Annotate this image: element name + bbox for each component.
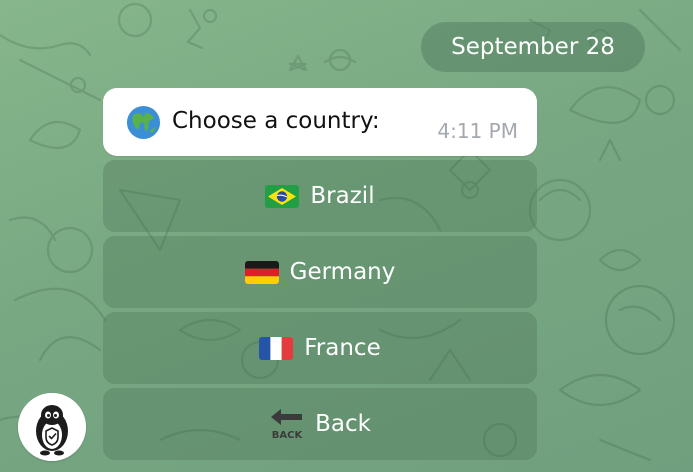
keyboard-button-label: Back bbox=[315, 411, 371, 437]
back-arrow-icon: BACK bbox=[271, 409, 304, 441]
keyboard-button-brazil[interactable]: Brazil bbox=[103, 160, 537, 232]
message-timestamp: 4:11 PM bbox=[437, 119, 518, 143]
brazil-flag-icon bbox=[265, 184, 300, 208]
keyboard-button-label: France bbox=[304, 335, 381, 361]
keyboard-button-label: Brazil bbox=[310, 183, 375, 209]
germany-flag-icon bbox=[244, 260, 279, 284]
back-icon-text: BACK bbox=[272, 430, 304, 441]
keyboard-button-label: Germany bbox=[289, 259, 396, 285]
message-text: Choose a country: bbox=[172, 108, 380, 134]
keyboard-button-back[interactable]: BACK Back bbox=[103, 388, 537, 460]
date-separator: September 28 bbox=[421, 22, 645, 72]
globe-icon bbox=[126, 105, 161, 140]
bot-message: Choose a country: 4:11 PM bbox=[103, 88, 537, 156]
france-flag-icon bbox=[259, 336, 294, 360]
keyboard-button-germany[interactable]: Germany bbox=[103, 236, 537, 308]
penguin-avatar-icon bbox=[18, 393, 86, 461]
bot-avatar[interactable] bbox=[18, 393, 86, 461]
keyboard-button-france[interactable]: France bbox=[103, 312, 537, 384]
